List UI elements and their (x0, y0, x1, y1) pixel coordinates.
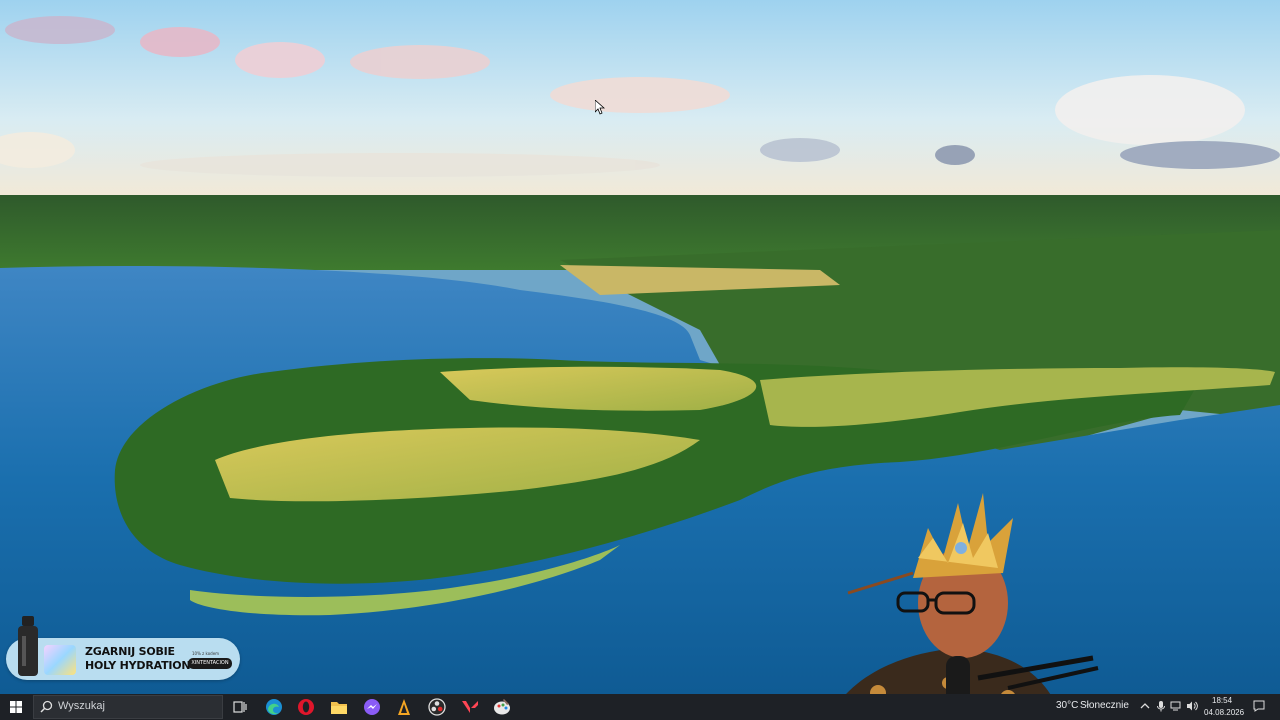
file-explorer-icon (331, 701, 347, 714)
shaker-bottle-icon (18, 616, 38, 676)
task-view-icon (233, 701, 247, 713)
search-placeholder: Wyszukaj (58, 700, 105, 712)
game-launcher-icon (398, 699, 410, 715)
promo-headline-1: ZGARNIJ SOBIE (85, 645, 175, 658)
obs-studio-button[interactable] (421, 695, 453, 719)
search-icon (40, 700, 53, 713)
opera-browser-icon (298, 699, 314, 715)
obs-studio-icon (428, 698, 446, 716)
messenger-app-button[interactable] (356, 695, 388, 719)
microphone-icon[interactable] (1155, 700, 1167, 712)
promo-code-badge: XINTENTACION (188, 658, 232, 669)
network-icon[interactable] (1170, 700, 1182, 712)
start-button[interactable] (0, 694, 32, 720)
promo-headline-2: HOLY HYDRATION (85, 659, 191, 672)
valorant-button[interactable] (454, 695, 486, 719)
edge-browser-icon (266, 699, 282, 715)
weather-temperature[interactable]: 30°C (1056, 700, 1078, 711)
promo-fine-print: 10% z kodem (192, 651, 220, 656)
game-launcher-button[interactable] (388, 695, 420, 719)
streamer-avatar (828, 493, 1099, 720)
valorant-icon (462, 701, 478, 713)
notification-center-icon[interactable] (1253, 700, 1265, 712)
chevron-up-icon[interactable] (1139, 700, 1151, 712)
edge-browser-button[interactable] (258, 695, 290, 719)
clock-time[interactable]: 18:54 (1212, 696, 1232, 705)
file-explorer-button[interactable] (323, 695, 355, 719)
paint-app-icon (494, 699, 510, 715)
windows-logo-icon (10, 701, 22, 713)
product-image (44, 645, 76, 675)
paint-app-button[interactable] (486, 695, 518, 719)
task-view-button[interactable] (224, 695, 256, 719)
opera-browser-button[interactable] (290, 695, 322, 719)
weather-description[interactable]: Słonecznie (1080, 700, 1129, 711)
mouse-cursor-icon (595, 100, 605, 115)
volume-icon[interactable] (1186, 700, 1198, 712)
clock-date[interactable]: 04.08.2026 (1204, 708, 1244, 717)
messenger-app-icon (364, 699, 380, 715)
